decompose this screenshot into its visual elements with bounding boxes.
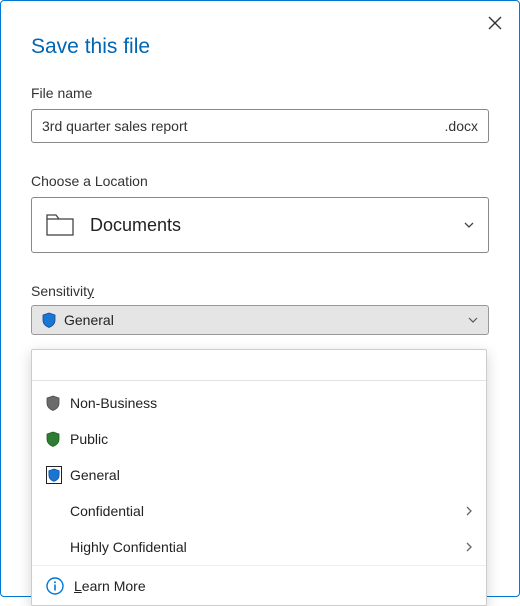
chevron-down-icon [464, 222, 474, 228]
close-icon [488, 16, 502, 30]
chevron-right-icon [466, 542, 472, 552]
sensitivity-option-public[interactable]: Public [32, 421, 486, 457]
option-label: Non-Business [70, 395, 472, 411]
selected-indicator [46, 466, 62, 484]
shield-icon [42, 312, 56, 328]
sensitivity-select[interactable]: General [31, 305, 489, 335]
option-label: General [70, 467, 472, 483]
shield-icon [46, 431, 60, 447]
option-label: Confidential [70, 503, 466, 519]
filename-input[interactable] [42, 118, 445, 134]
sensitivity-label: Sensitivity [31, 283, 94, 299]
option-label: Public [70, 431, 472, 447]
learn-more-link[interactable]: Learn More [32, 565, 486, 605]
sensitivity-option-general[interactable]: General [32, 457, 486, 493]
file-extension: .docx [445, 118, 478, 134]
shield-icon [48, 468, 60, 482]
sensitivity-option-confidential[interactable]: Confidential [32, 493, 486, 529]
option-label: Highly Confidential [70, 539, 466, 555]
shield-icon [46, 395, 60, 411]
filename-label: File name [31, 85, 489, 101]
info-icon [46, 577, 64, 595]
sensitivity-option-highly-confidential[interactable]: Highly Confidential [32, 529, 486, 565]
location-label: Choose a Location [31, 173, 489, 189]
location-picker[interactable]: Documents [31, 197, 489, 253]
close-button[interactable] [485, 13, 505, 33]
sensitivity-dropdown: Non-Business Public General Confidential… [31, 349, 487, 606]
location-value: Documents [90, 215, 464, 236]
filename-field[interactable]: .docx [31, 109, 489, 143]
learn-more-label: Learn More [74, 578, 146, 594]
sensitivity-selected-value: General [64, 312, 468, 328]
sensitivity-option-non-business[interactable]: Non-Business [32, 385, 486, 421]
folder-icon [46, 214, 74, 236]
dialog-title: Save this file [31, 35, 489, 59]
save-file-dialog: Save this file File name .docx Choose a … [1, 1, 519, 355]
chevron-down-icon [468, 317, 478, 323]
divider [32, 380, 486, 381]
chevron-right-icon [466, 506, 472, 516]
